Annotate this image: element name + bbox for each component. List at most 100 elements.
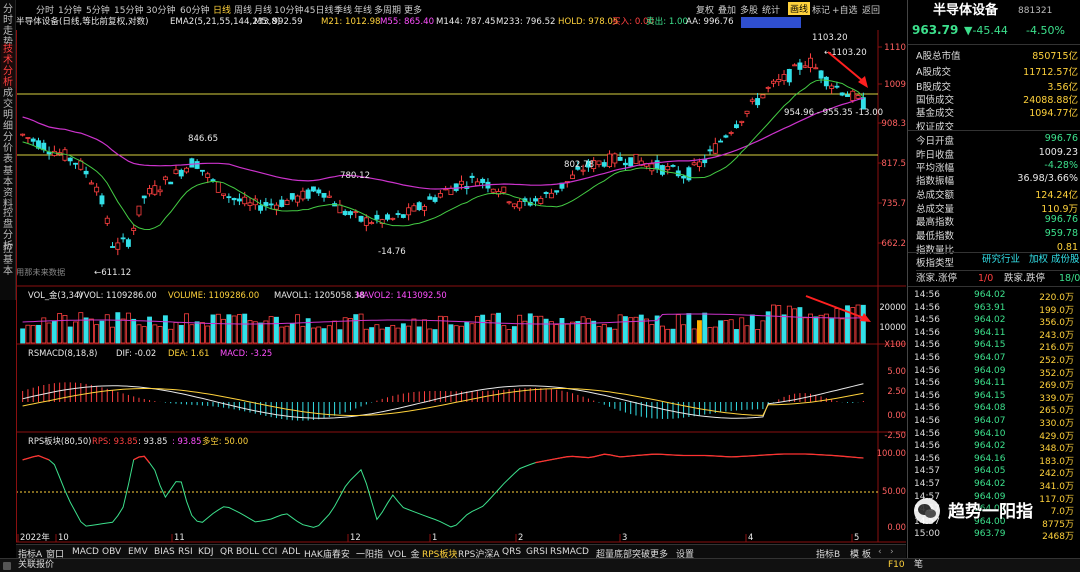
ema-value-5: HOLD: 978.05 <box>558 17 619 27</box>
vtab-2[interactable]: 成交明细 <box>1 88 15 132</box>
indicator-tab-11[interactable]: ADL <box>282 547 300 557</box>
board-link-weight[interactable]: 加权 <box>1029 255 1048 265</box>
period-tab-0[interactable]: 分时 <box>36 3 54 16</box>
toolbar-compare[interactable]: 叠加 <box>718 3 736 16</box>
status-f10[interactable]: F10 <box>888 561 905 570</box>
tick-time: 14:56 <box>914 340 940 351</box>
volume-bar <box>51 320 57 344</box>
vtab-4[interactable]: 基本资料 <box>1 166 15 210</box>
indicator-tab-6[interactable]: RSI <box>178 547 193 557</box>
ema-value-2: M55: 865.40 <box>380 17 435 27</box>
volume-bar <box>511 326 517 344</box>
candle-body <box>432 197 438 202</box>
volume-bar <box>427 328 433 344</box>
volume-bar <box>760 320 766 344</box>
indicator-tab-4[interactable]: EMV <box>128 547 148 557</box>
candle-body <box>88 182 94 185</box>
indicator-tab-10[interactable]: CCI <box>262 547 277 557</box>
indicator-tab-17[interactable]: QRS <box>502 547 521 557</box>
candle-body <box>739 120 745 123</box>
candle-body <box>104 217 110 224</box>
indicator-tab-2[interactable]: MACD <box>72 547 99 557</box>
rsmacd-value-0: DIF: -0.02 <box>116 348 156 358</box>
candle-body <box>73 162 78 165</box>
period-toolbar: 分时 1分钟 5分钟 15分钟 30分钟 60分钟 日线 周线 月线 10分钟 45日线 季线 年线 多周… <box>16 0 906 16</box>
stock-change: ▼-45.44 <box>964 24 1008 37</box>
period-tab-4[interactable]: 30分钟 <box>146 3 175 16</box>
scroll-right-icon[interactable]: › <box>890 547 894 557</box>
candle-body <box>691 162 697 166</box>
volume-bar <box>46 322 52 344</box>
candle-body <box>358 215 364 222</box>
indicator-tab-8[interactable]: QR <box>220 547 233 557</box>
status-related-quotes[interactable]: 关联报价 <box>18 561 54 570</box>
stat-row: 平均涨幅 -4.28% <box>916 159 1078 174</box>
stat-row: A股总市值 850715亿 <box>916 47 1078 62</box>
volume-axis-label: 20000 <box>879 302 906 312</box>
volume-bar <box>644 318 650 344</box>
toolbar-mark[interactable]: 标记 <box>812 3 830 16</box>
candle-body <box>390 217 396 220</box>
price-axis-label: 817.5 <box>881 159 906 169</box>
period-tab-1[interactable]: 1分钟 <box>58 3 82 16</box>
indicator-tab-19[interactable]: RSMACD <box>550 547 589 557</box>
volume-bar <box>83 317 89 344</box>
candle-body <box>311 186 316 192</box>
scroll-left-icon[interactable]: ‹ <box>878 547 882 557</box>
indicator-tab-18[interactable]: GRSI <box>526 547 548 557</box>
ema-value-3: M144: 787.45 <box>436 17 496 27</box>
candle-body <box>707 149 713 152</box>
tick-time: 14:56 <box>914 315 940 326</box>
status-side[interactable]: 笔 <box>914 561 923 570</box>
volume-bar <box>252 321 258 344</box>
period-tab-2[interactable]: 5分钟 <box>86 3 110 16</box>
vtab-3[interactable]: 分价表 <box>1 132 15 165</box>
vtab-1[interactable]: 技术分析 <box>1 44 15 88</box>
toolbar-draw[interactable]: 画线 <box>788 2 811 15</box>
vtab-6[interactable]: 控基本 <box>1 244 15 277</box>
indicator-tab-7[interactable]: KDJ <box>198 547 214 557</box>
toolbar-zoom[interactable]: +自选 <box>832 3 858 16</box>
volume-bar <box>712 326 718 344</box>
grid-icon[interactable] <box>3 562 11 570</box>
status-bar: 关联报价 F10 笔 <box>0 558 1080 572</box>
period-tab-9[interactable]: 10分钟 <box>274 3 303 16</box>
toolbar-restore[interactable]: 复权 <box>696 3 714 16</box>
indicator-tab-3[interactable]: OBV <box>102 547 121 557</box>
period-tab-8[interactable]: 月线 <box>254 3 272 16</box>
candle-body <box>601 162 607 167</box>
volume-bar <box>464 321 470 344</box>
tick-row: 14:57 964.02 341.0万 <box>908 478 1078 492</box>
candle-body <box>152 185 158 195</box>
board-link-industry[interactable]: 研究行业 <box>982 255 1020 265</box>
wechat-logo-icon <box>914 498 940 524</box>
period-tab-5[interactable]: 60分钟 <box>180 3 209 16</box>
chart-area[interactable]: 11101009908.3817.5735.7662.21103.20←1103… <box>16 30 906 544</box>
indicator-tab-9[interactable]: BOLL <box>236 547 259 557</box>
candle-body <box>723 135 729 138</box>
period-tab-11[interactable]: 季线 <box>334 3 352 16</box>
volume-bar <box>284 325 290 344</box>
volume-bar <box>792 308 798 344</box>
vtab-0[interactable]: 分时走势 <box>1 4 15 48</box>
volume-bar <box>802 317 808 344</box>
volume-bar <box>755 328 761 344</box>
volume-bar <box>125 312 131 344</box>
period-tab-6[interactable]: 日线 <box>213 3 231 16</box>
stat-value: 124.24亿 <box>1035 190 1078 201</box>
toolbar-multi[interactable]: 多股 <box>740 3 758 16</box>
period-tab-3[interactable]: 15分钟 <box>114 3 143 16</box>
indicator-tab-5[interactable]: BIAS <box>154 547 175 557</box>
period-tab-10[interactable]: 45日线 <box>304 3 333 16</box>
period-tab-7[interactable]: 周线 <box>234 3 252 16</box>
volume-bar <box>316 326 322 344</box>
board-link-members[interactable]: 成份股 <box>1051 255 1080 265</box>
period-tab-14[interactable]: 更多 <box>404 3 422 16</box>
volume-bar <box>469 323 475 344</box>
period-tab-13[interactable]: 多周期 <box>374 3 401 16</box>
volume-bar <box>194 321 200 344</box>
volume-bar <box>326 325 332 344</box>
period-tab-12[interactable]: 年线 <box>354 3 372 16</box>
toolbar-back[interactable]: 返回 <box>862 3 880 16</box>
toolbar-stats[interactable]: 统计 <box>762 3 780 16</box>
